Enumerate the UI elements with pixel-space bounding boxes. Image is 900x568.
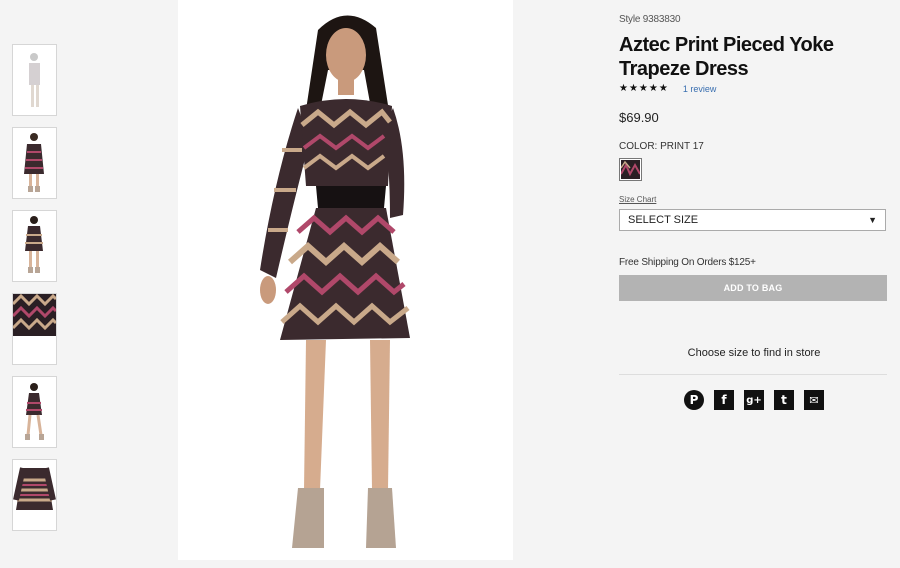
- product-main-image: [178, 0, 513, 560]
- product-price: $69.90: [619, 110, 659, 125]
- add-to-bag-button[interactable]: ADD TO BAG: [619, 275, 887, 301]
- color-label: COLOR: PRINT 17: [619, 141, 704, 152]
- thumbnail-list: [12, 44, 57, 542]
- thumbnail-6-image: [13, 467, 56, 510]
- color-swatch-image: [620, 160, 641, 179]
- thumbnail-2[interactable]: [12, 127, 57, 199]
- thumbnail-3-image: [25, 216, 43, 273]
- find-in-store-note: Choose size to find in store: [687, 347, 821, 359]
- divider: [619, 374, 887, 375]
- size-chart-link[interactable]: Size Chart: [619, 195, 656, 204]
- model-dress-image: [260, 15, 410, 548]
- email-icon[interactable]: ✉: [804, 390, 824, 410]
- thumbnail-3[interactable]: [12, 210, 57, 282]
- thumbnail-4[interactable]: [12, 293, 57, 365]
- pinterest-icon[interactable]: P: [684, 390, 704, 410]
- facebook-icon[interactable]: f: [714, 390, 734, 410]
- twitter-icon[interactable]: t: [774, 390, 794, 410]
- thumbnail-5[interactable]: [12, 376, 57, 448]
- review-count-link[interactable]: 1 review: [683, 84, 717, 94]
- thumbnail-2-image: [24, 133, 44, 192]
- thumbnail-6[interactable]: [12, 459, 57, 531]
- style-number: Style 9383830: [619, 14, 681, 25]
- google-plus-icon[interactable]: g+: [744, 390, 764, 410]
- thumbnail-5-image: [25, 383, 44, 440]
- rating-row: ★★★★★ 1 review: [619, 83, 889, 94]
- thumbnail-4-image: [13, 294, 56, 336]
- size-select[interactable]: SELECT SIZE ▼: [619, 209, 886, 231]
- color-swatch-print-17[interactable]: [619, 158, 642, 181]
- thumbnail-1[interactable]: [12, 44, 57, 116]
- shipping-note: Free Shipping On Orders $125+: [619, 257, 756, 268]
- star-rating: ★★★★★: [619, 83, 669, 94]
- social-share-bar: P f g+ t ✉: [619, 390, 889, 410]
- product-info-panel: Style 9383830 Aztec Print Pieced Yoke Tr…: [619, 14, 889, 410]
- thumbnail-1-image: [29, 53, 40, 107]
- product-title: Aztec Print Pieced Yoke Trapeze Dress: [619, 34, 834, 80]
- size-select-value: SELECT SIZE: [628, 214, 699, 226]
- dropdown-caret-icon: ▼: [868, 215, 877, 225]
